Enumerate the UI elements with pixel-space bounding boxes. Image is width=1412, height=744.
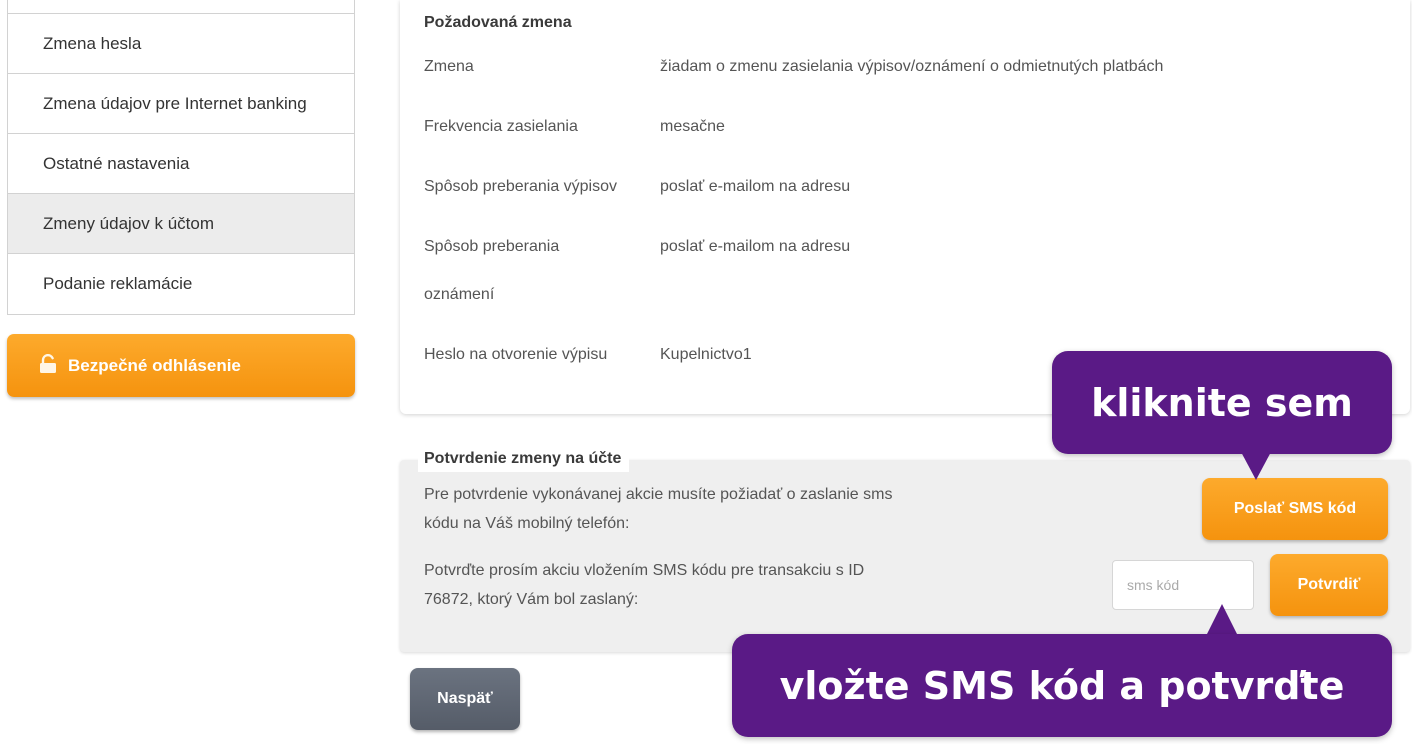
field-value-change: žiadam o zmenu zasielania výpisov/oznáme… xyxy=(660,58,1164,75)
sidebar-item-change-password[interactable]: Zmena hesla xyxy=(8,14,354,74)
confirm-button[interactable]: Potvrdiť xyxy=(1270,554,1388,616)
field-label-statement-password: Heslo na otvorenie výpisu xyxy=(424,346,608,363)
sms-request-text: Pre potvrdenie vykonávanej akcie musíte … xyxy=(424,480,1014,538)
lock-icon xyxy=(40,353,56,373)
field-label-statement-delivery: Spôsob preberania výpisov xyxy=(424,178,618,195)
sms-confirm-text-line2: 76872, ktorý Vám bol zaslaný: xyxy=(424,591,639,608)
sms-code-input[interactable] xyxy=(1112,560,1254,610)
field-label-notice-delivery-line2: oznámení xyxy=(424,286,495,303)
sidebar-menu: Zmena hesla Zmena údajov pre Internet ba… xyxy=(7,0,355,315)
field-value-statement-password: Kupelnictvo1 xyxy=(660,346,752,363)
callout-pointer-click-here xyxy=(1240,450,1272,480)
callout-click-here: kliknite sem xyxy=(1052,351,1392,454)
back-button[interactable]: Naspäť xyxy=(410,668,520,730)
requested-change-title: Požadovaná zmena xyxy=(424,14,572,31)
field-value-notice-delivery: poslať e-mailom na adresu xyxy=(660,238,851,255)
field-label-change: Zmena xyxy=(424,58,474,75)
sidebar-item-other-settings[interactable]: Ostatné nastavenia xyxy=(8,134,354,194)
sms-confirm-text-line1: Potvrďte prosím akciu vložením SMS kódu … xyxy=(424,562,865,579)
field-label-notice-delivery: Spôsob preberania xyxy=(424,238,560,255)
sms-request-text-line2: kódu na Váš mobilný telefón: xyxy=(424,515,630,532)
logout-button[interactable]: Bezpečné odhlásenie xyxy=(7,334,355,397)
field-value-statement-delivery: poslať e-mailom na adresu xyxy=(660,178,851,195)
confirmation-title: Potvrdenie zmeny na účte xyxy=(418,446,630,472)
send-sms-code-button[interactable]: Poslať SMS kód xyxy=(1202,478,1388,540)
logout-label: Bezpečné odhlásenie xyxy=(68,355,241,375)
field-label-frequency: Frekvencia zasielania xyxy=(424,118,578,135)
sidebar-item-account-changes[interactable]: Zmeny údajov k účtom xyxy=(8,194,354,254)
sms-confirm-text: Potvrďte prosím akciu vložením SMS kódu … xyxy=(424,556,1014,614)
sms-request-text-line1: Pre potvrdenie vykonávanej akcie musíte … xyxy=(424,486,893,503)
field-value-frequency: mesačne xyxy=(660,118,725,135)
callout-enter-sms-code: vložte SMS kód a potvrďte xyxy=(732,634,1392,737)
callout-pointer-enter-code xyxy=(1206,604,1238,636)
sidebar-item-complaint[interactable]: Podanie reklamácie xyxy=(8,254,354,314)
sidebar-top-edge xyxy=(8,0,354,14)
sidebar-item-internet-banking-data[interactable]: Zmena údajov pre Internet banking xyxy=(8,74,354,134)
